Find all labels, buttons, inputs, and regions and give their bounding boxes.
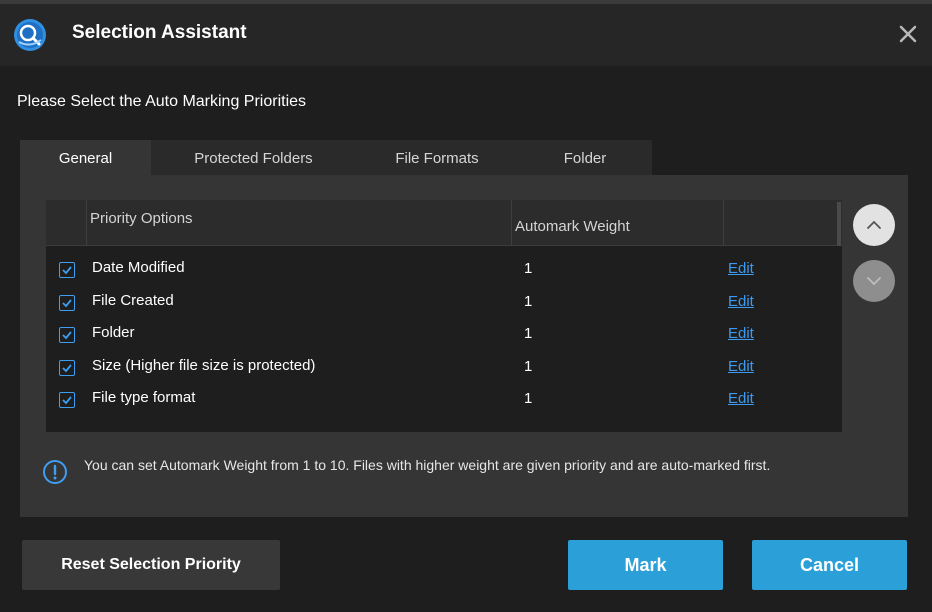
priority-option: Date Modified	[92, 259, 185, 276]
header-divider	[723, 200, 724, 246]
priority-option: Size (Higher file size is protected)	[92, 357, 316, 374]
row-checkbox[interactable]	[59, 392, 75, 408]
tab-folder[interactable]: Folder	[518, 140, 652, 176]
info-message: You can set Automark Weight from 1 to 10…	[84, 457, 771, 473]
checkmark-icon	[62, 266, 72, 275]
table-row: Date Modified 1 Edit	[46, 253, 842, 285]
priority-option: File type format	[92, 389, 196, 406]
tab-general[interactable]: General	[20, 140, 151, 176]
table-row: File Created 1 Edit	[46, 286, 842, 318]
automark-weight: 1	[524, 358, 533, 375]
chevron-up-icon	[867, 220, 881, 229]
edit-link[interactable]: Edit	[728, 325, 754, 342]
table-row: File type format 1 Edit	[46, 383, 842, 415]
row-checkbox[interactable]	[59, 295, 75, 311]
window-title: Selection Assistant	[72, 22, 247, 43]
dialog-heading: Please Select the Auto Marking Prioritie…	[17, 93, 307, 110]
priority-option: File Created	[92, 292, 174, 309]
automark-weight: 1	[524, 260, 533, 277]
checkmark-icon	[62, 331, 72, 340]
row-checkbox[interactable]	[59, 360, 75, 376]
row-checkbox[interactable]	[59, 262, 75, 278]
edit-link[interactable]: Edit	[728, 260, 754, 277]
table-scrollbar[interactable]	[837, 202, 841, 246]
cancel-button[interactable]: Cancel	[752, 540, 907, 590]
chevron-down-icon	[867, 277, 881, 286]
column-header-automark-weight: Automark Weight	[515, 218, 630, 235]
mark-button[interactable]: Mark	[568, 540, 723, 590]
table-row: Folder 1 Edit	[46, 318, 842, 350]
tab-protected-folders[interactable]: Protected Folders	[151, 140, 356, 176]
edit-link[interactable]: Edit	[728, 293, 754, 310]
row-checkbox[interactable]	[59, 327, 75, 343]
automark-weight: 1	[524, 293, 533, 310]
automark-weight: 1	[524, 390, 533, 407]
table-row: Size (Higher file size is protected) 1 E…	[46, 351, 842, 383]
priority-table: Priority Options Automark Weight Date Mo…	[46, 200, 842, 432]
header-divider	[86, 200, 87, 246]
edit-link[interactable]: Edit	[728, 390, 754, 407]
move-up-button[interactable]	[853, 204, 895, 246]
edit-link[interactable]: Edit	[728, 358, 754, 375]
column-header-priority-options: Priority Options	[90, 210, 193, 227]
checkmark-icon	[62, 299, 72, 308]
checkmark-icon	[62, 396, 72, 405]
dialog-body: Please Select the Auto Marking Prioritie…	[0, 66, 932, 612]
automark-weight: 1	[524, 325, 533, 342]
reset-selection-priority-button[interactable]: Reset Selection Priority	[22, 540, 280, 590]
close-icon[interactable]	[894, 20, 922, 48]
magnifier-app-logo-icon	[14, 19, 46, 51]
table-header: Priority Options Automark Weight	[46, 200, 842, 246]
move-down-button[interactable]	[853, 260, 895, 302]
general-tab-panel: Priority Options Automark Weight Date Mo…	[20, 175, 908, 517]
tab-file-formats[interactable]: File Formats	[356, 140, 518, 176]
title-bar-top-strip	[0, 0, 932, 4]
title-bar: Selection Assistant	[0, 0, 932, 66]
header-divider	[511, 200, 512, 246]
priority-option: Folder	[92, 324, 135, 341]
info-icon	[43, 460, 67, 484]
checkmark-icon	[62, 364, 72, 373]
